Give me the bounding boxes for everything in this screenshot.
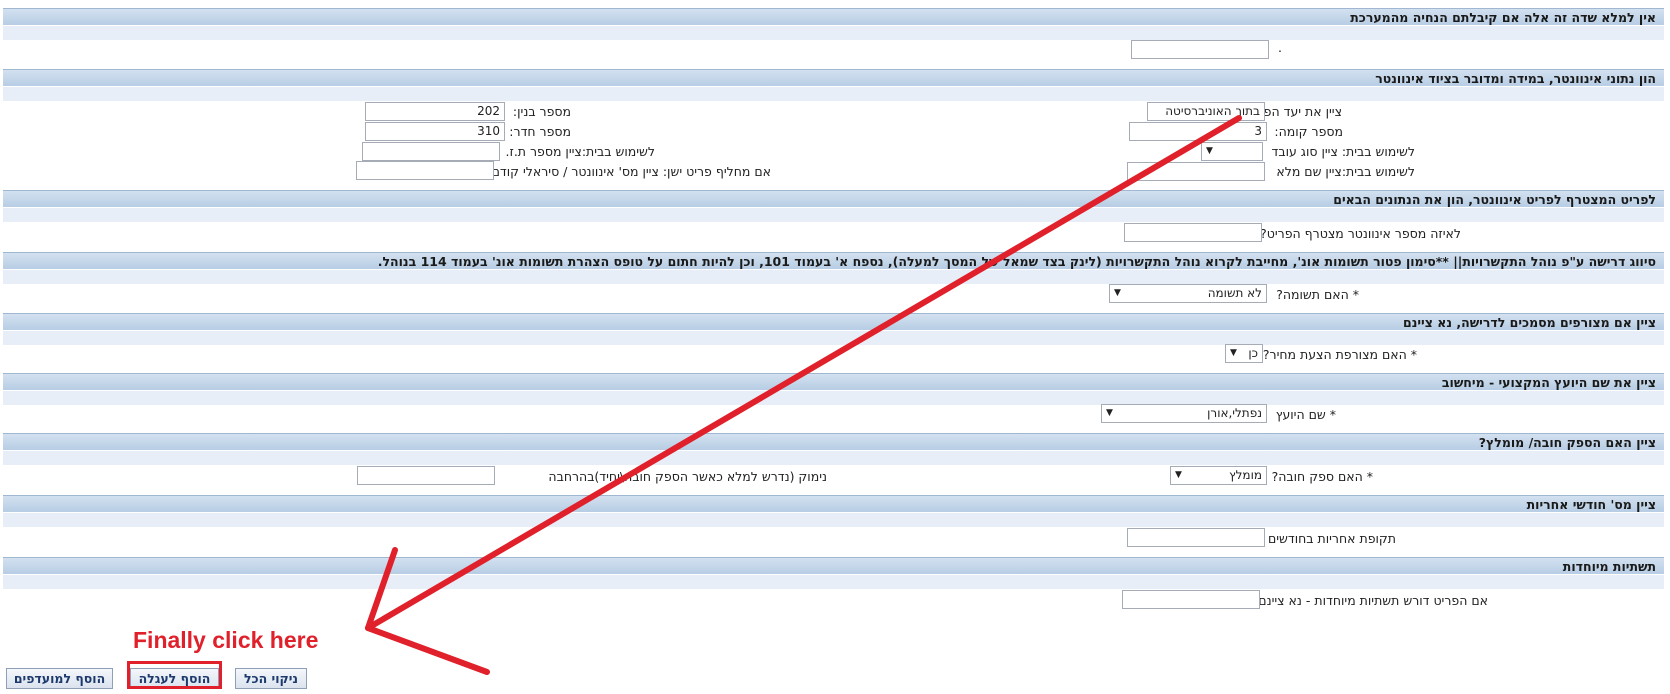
arrowhead-lower	[365, 625, 490, 675]
arrow-shaft	[365, 115, 1242, 631]
annotation-arrow	[365, 115, 1242, 675]
